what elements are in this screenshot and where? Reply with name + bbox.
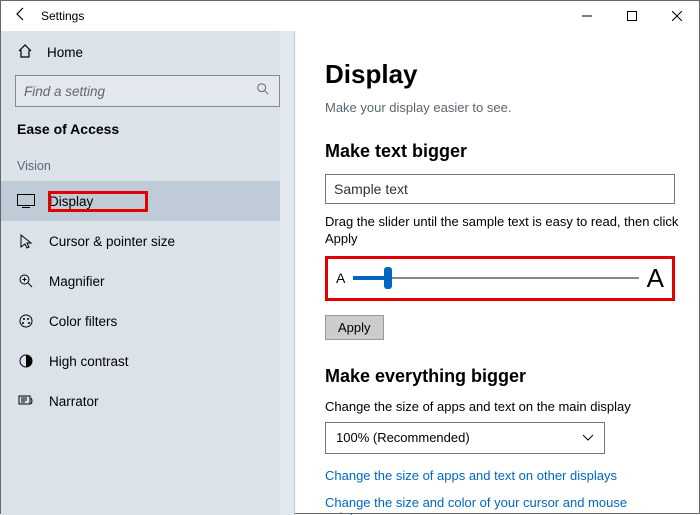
sidebar-item-magnifier[interactable]: Magnifier bbox=[1, 261, 294, 301]
sample-text-box: Sample text bbox=[325, 174, 675, 204]
link-other-displays[interactable]: Change the size of apps and text on othe… bbox=[325, 468, 669, 483]
nav-label: Cursor & pointer size bbox=[49, 234, 175, 249]
home-icon bbox=[17, 43, 33, 62]
nav-label: Magnifier bbox=[49, 274, 105, 289]
section-title: Ease of Access bbox=[1, 117, 294, 155]
minimize-button[interactable] bbox=[564, 1, 609, 31]
scaling-label: Change the size of apps and text on the … bbox=[325, 399, 669, 414]
sidebar: Home Ease of Access Vision Display Curso… bbox=[1, 31, 295, 515]
home-nav[interactable]: Home bbox=[1, 35, 294, 69]
narrator-icon bbox=[17, 392, 35, 410]
cursor-icon bbox=[17, 232, 35, 250]
apply-button[interactable]: Apply bbox=[325, 315, 384, 340]
search-input[interactable] bbox=[24, 84, 255, 99]
scaling-value: 100% (Recommended) bbox=[336, 430, 470, 445]
nav-label: Color filters bbox=[49, 314, 117, 329]
back-button[interactable] bbox=[1, 6, 41, 27]
big-a-label: A bbox=[647, 263, 664, 294]
sidebar-item-display[interactable]: Display bbox=[1, 181, 294, 221]
app-title: Settings bbox=[41, 9, 84, 23]
sidebar-item-cursor[interactable]: Cursor & pointer size bbox=[1, 221, 294, 261]
nav-label: Narrator bbox=[49, 394, 99, 409]
sidebar-item-narrator[interactable]: Narrator bbox=[1, 381, 294, 421]
scaling-dropdown[interactable]: 100% (Recommended) bbox=[325, 422, 605, 454]
small-a-label: A bbox=[336, 270, 345, 286]
magnifier-icon bbox=[17, 272, 35, 290]
sidebar-scrollbar[interactable] bbox=[280, 31, 294, 515]
page-title: Display bbox=[325, 59, 669, 90]
section-make-everything-bigger: Make everything bigger bbox=[325, 366, 669, 387]
page-subtitle: Make your display easier to see. bbox=[325, 100, 669, 115]
sidebar-item-high-contrast[interactable]: High contrast bbox=[1, 341, 294, 381]
close-button[interactable] bbox=[654, 1, 699, 31]
slider-thumb[interactable] bbox=[384, 267, 392, 289]
search-box[interactable] bbox=[15, 75, 280, 107]
section-make-text-bigger: Make text bigger bbox=[325, 141, 669, 162]
color-filters-icon bbox=[17, 312, 35, 330]
home-label: Home bbox=[47, 45, 83, 60]
category-vision: Vision bbox=[1, 155, 294, 181]
search-icon bbox=[255, 82, 271, 101]
text-size-slider-container: A A bbox=[325, 256, 675, 301]
maximize-button[interactable] bbox=[609, 1, 654, 31]
link-cursor-settings[interactable]: Change the size and color of your cursor… bbox=[325, 495, 669, 515]
high-contrast-icon bbox=[17, 352, 35, 370]
nav-label: Display bbox=[49, 194, 93, 209]
sidebar-item-color-filters[interactable]: Color filters bbox=[1, 301, 294, 341]
content-area: Display Make your display easier to see.… bbox=[295, 31, 699, 515]
chevron-down-icon bbox=[582, 430, 594, 445]
slider-instruction: Drag the slider until the sample text is… bbox=[325, 214, 685, 248]
nav-label: High contrast bbox=[49, 354, 129, 369]
title-bar: Settings bbox=[1, 1, 699, 31]
display-icon bbox=[17, 192, 35, 210]
text-size-slider[interactable] bbox=[353, 268, 638, 288]
